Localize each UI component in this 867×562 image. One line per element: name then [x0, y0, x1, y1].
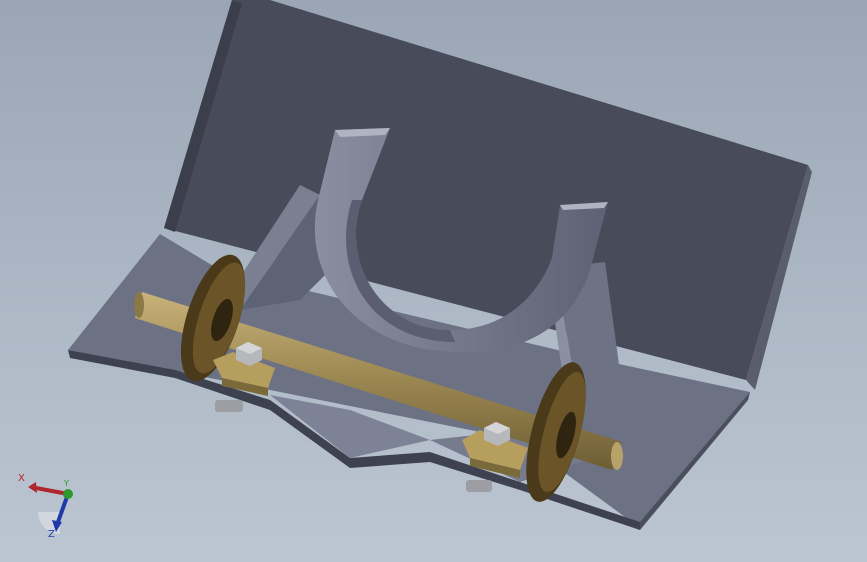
3d-viewport[interactable]: X Y Z	[0, 0, 867, 562]
y-axis-label: Y	[64, 479, 69, 488]
z-axis-label: Z	[48, 529, 55, 540]
model-view[interactable]	[0, 0, 867, 562]
x-axis-label: X	[18, 473, 25, 484]
x-arrowhead-icon	[28, 482, 37, 493]
y-axis-icon	[63, 489, 73, 499]
